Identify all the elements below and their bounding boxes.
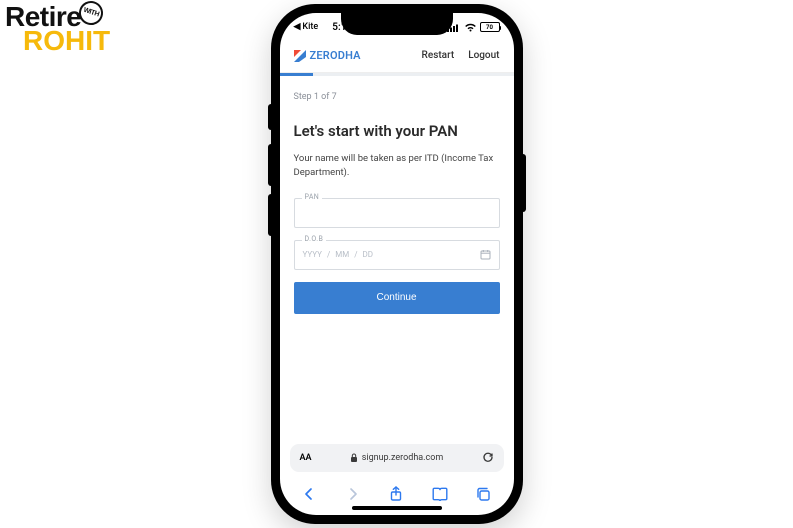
progress-fill bbox=[280, 73, 313, 76]
step-label: Step 1 of 7 bbox=[294, 92, 500, 102]
dob-input[interactable]: YYYY / MM / DD bbox=[294, 240, 500, 270]
zerodha-mark-icon bbox=[294, 50, 306, 62]
page-subtext: Your name will be taken as per ITD (Inco… bbox=[294, 152, 500, 180]
safari-share-button[interactable] bbox=[382, 483, 410, 505]
brand-retire-text: Retire WITH bbox=[5, 5, 125, 29]
continue-button[interactable]: Continue bbox=[294, 282, 500, 314]
app-header: ZERODHA Restart Logout bbox=[280, 39, 514, 73]
brand-rohit-text: ROHIT bbox=[23, 29, 125, 53]
safari-bookmarks-button[interactable] bbox=[426, 483, 454, 505]
pan-label: PAN bbox=[302, 193, 323, 201]
status-back-app-label[interactable]: Kite bbox=[302, 22, 318, 32]
calendar-icon[interactable] bbox=[480, 245, 491, 264]
wifi-icon bbox=[464, 23, 477, 32]
text-size-button[interactable]: AA bbox=[300, 453, 312, 463]
phone-frame: ◀ Kite 5:12 70 ZERODHA bbox=[271, 4, 523, 524]
safari-forward-button[interactable] bbox=[339, 483, 367, 505]
dob-sep-1: / bbox=[327, 250, 330, 259]
pan-field: PAN bbox=[294, 198, 500, 228]
restart-link[interactable]: Restart bbox=[422, 50, 455, 61]
mute-switch bbox=[268, 104, 271, 130]
zerodha-logo[interactable]: ZERODHA bbox=[294, 49, 361, 62]
volume-down-button bbox=[268, 194, 271, 236]
safari-url-bar[interactable]: AA signup.zerodha.com bbox=[290, 444, 504, 472]
progress-bar bbox=[280, 73, 514, 76]
home-indicator[interactable] bbox=[352, 506, 442, 510]
phone-screen: ◀ Kite 5:12 70 ZERODHA bbox=[280, 13, 514, 515]
retire-with-rohit-logo: Retire WITH ROHIT bbox=[5, 5, 125, 53]
battery-percent: 70 bbox=[486, 24, 493, 31]
status-back-icon[interactable]: ◀ bbox=[294, 22, 301, 32]
battery-icon: 70 bbox=[480, 22, 500, 32]
content-area: Step 1 of 7 Let's start with your PAN Yo… bbox=[280, 76, 514, 444]
safari-tabs-button[interactable] bbox=[470, 483, 498, 505]
volume-up-button bbox=[268, 144, 271, 186]
continue-label: Continue bbox=[376, 292, 416, 303]
dob-mm-placeholder: MM bbox=[335, 250, 349, 259]
dob-label: D.O.B bbox=[302, 235, 327, 243]
logout-link[interactable]: Logout bbox=[468, 50, 499, 61]
url-host: signup.zerodha.com bbox=[362, 453, 444, 463]
reload-icon[interactable] bbox=[482, 451, 494, 466]
page-title: Let's start with your PAN bbox=[294, 122, 500, 140]
dob-sep-2: / bbox=[354, 250, 357, 259]
safari-back-button[interactable] bbox=[295, 483, 323, 505]
pan-input[interactable] bbox=[294, 198, 500, 228]
power-button bbox=[523, 154, 526, 212]
phone-notch bbox=[341, 13, 453, 35]
dob-dd-placeholder: DD bbox=[363, 250, 374, 259]
dob-field: D.O.B YYYY / MM / DD bbox=[294, 240, 500, 270]
lock-icon bbox=[350, 453, 358, 464]
dob-yyyy-placeholder: YYYY bbox=[303, 250, 322, 259]
zerodha-brand-text: ZERODHA bbox=[310, 49, 361, 62]
